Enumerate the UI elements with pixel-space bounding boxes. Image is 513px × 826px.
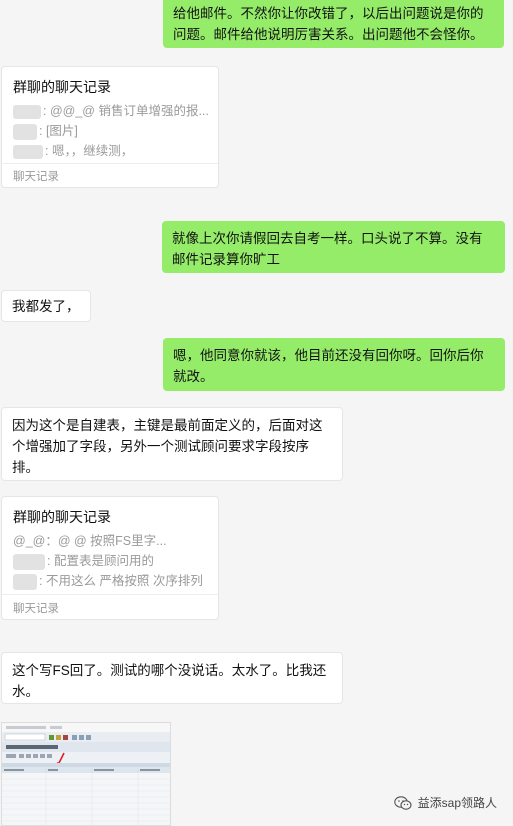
watermark-text: 益添sap领路人 [417, 796, 497, 810]
wechat-icon [393, 795, 412, 810]
card-line: : 嗯，，继续测， [13, 141, 213, 161]
chat-history-card[interactable]: 群聊的聊天记录 : @@_@ 销售订单增强的报... : [图片] : 嗯，，继… [1, 66, 219, 188]
card-line: @_@：@ @ 按照FS里字... [13, 534, 167, 548]
card-title: 群聊的聊天记录 [13, 509, 111, 525]
card-title: 群聊的聊天记录 [13, 79, 111, 95]
message-text: 给他邮件。不然你让你改错了，以后出问题说是你的问题。邮件给他说明厉害关系。出问题… [173, 6, 484, 42]
card-line: : @@_@ 销售订单增强的报... [13, 101, 213, 121]
redacted-avatar [13, 104, 41, 119]
outgoing-message[interactable]: 嗯，他同意你就该，他目前还没有回你呀。回你后你就改。 [163, 338, 505, 391]
message-text: 就像上次你请假回去自考一样。口头说了不算。没有邮件记录算你旷工 [172, 231, 483, 267]
sap-screenshot-image [2, 723, 170, 825]
card-line: : [图片] [13, 121, 213, 141]
incoming-message[interactable]: 因为这个是自建表，主键是最前面定义的，后面对这个增强加了字段，另外一个测试顾问要… [1, 407, 343, 481]
outgoing-message[interactable]: 就像上次你请假回去自考一样。口头说了不算。没有邮件记录算你旷工 [162, 221, 505, 273]
card-footer: 聊天记录 [13, 603, 59, 615]
redacted-avatar [13, 553, 45, 570]
redacted-avatar [13, 144, 43, 159]
redacted-avatar [13, 573, 37, 590]
message-text: 我都发了， [12, 299, 80, 314]
image-message-thumbnail[interactable] [1, 722, 171, 826]
card-line: : 配置表是顾问用的 [13, 551, 213, 571]
card-divider [2, 163, 218, 164]
card-divider [2, 594, 218, 595]
incoming-message[interactable]: 我都发了， [1, 290, 91, 322]
watermark: 益添sap领路人 [393, 794, 497, 811]
message-text: 这个写FS回了。测试的哪个没说话。太水了。比我还水。 [12, 663, 327, 699]
message-text: 嗯，他同意你就该，他目前还没有回你呀。回你后你就改。 [173, 348, 484, 384]
chat-history-card[interactable]: 群聊的聊天记录 @_@：@ @ 按照FS里字... : 配置表是顾问用的 : 不… [1, 496, 219, 620]
incoming-message[interactable]: 这个写FS回了。测试的哪个没说话。太水了。比我还水。 [1, 652, 343, 704]
card-footer: 聊天记录 [13, 171, 59, 183]
card-line: : 不用这么 严格按照 次序排列 [13, 571, 213, 591]
redacted-avatar [13, 123, 37, 140]
message-text: 因为这个是自建表，主键是最前面定义的，后面对这个增强加了字段，另外一个测试顾问要… [12, 418, 323, 475]
outgoing-message[interactable]: 给他邮件。不然你让你改错了，以后出问题说是你的问题。邮件给他说明厉害关系。出问题… [163, 0, 504, 48]
